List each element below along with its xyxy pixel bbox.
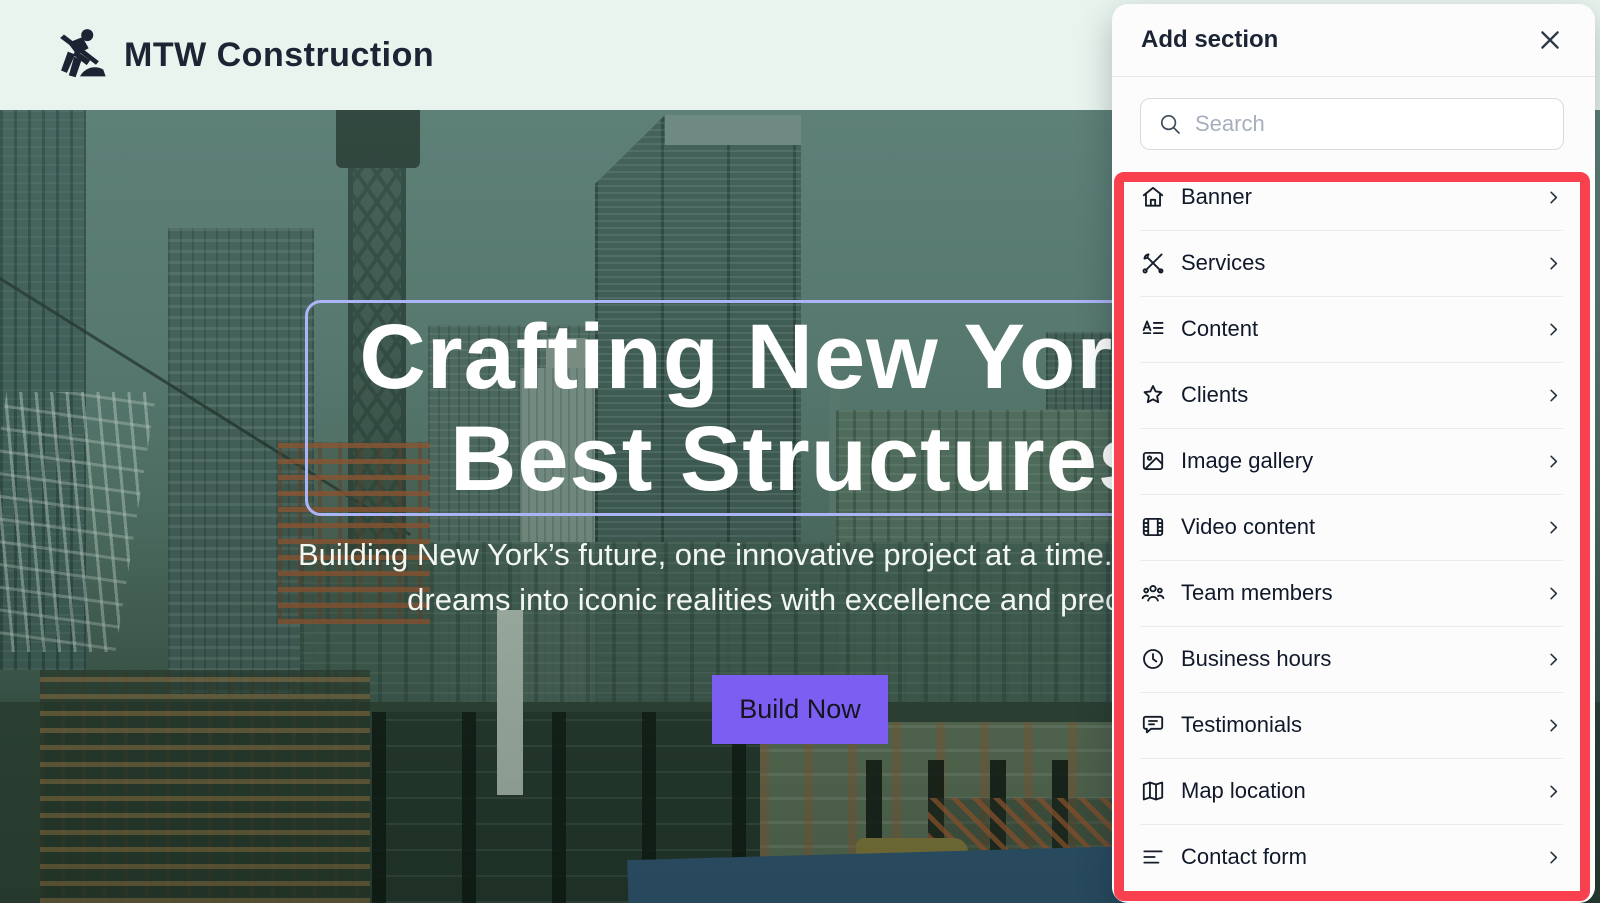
search-icon: [1158, 112, 1182, 136]
chevron-right-icon: [1544, 716, 1563, 735]
chevron-right-icon: [1544, 188, 1563, 207]
section-item-video-content[interactable]: Video content: [1112, 494, 1595, 560]
brand-name: MTW Construction: [124, 36, 434, 75]
section-list: Banner Services Content Clients Image ga…: [1112, 164, 1595, 890]
home-icon: [1140, 184, 1166, 210]
section-item-team-members[interactable]: Team members: [1112, 560, 1595, 626]
chevron-right-icon: [1544, 386, 1563, 405]
star-icon: [1140, 382, 1166, 408]
section-item-label: Video content: [1181, 514, 1544, 540]
testimonial-bubble-icon: [1140, 712, 1166, 738]
image-icon: [1140, 448, 1166, 474]
section-item-label: Contact form: [1181, 844, 1544, 870]
section-item-label: Testimonials: [1181, 712, 1544, 738]
section-item-label: Banner: [1181, 184, 1544, 210]
section-item-contact-form[interactable]: Contact form: [1112, 824, 1595, 890]
chevron-right-icon: [1544, 452, 1563, 471]
section-item-image-gallery[interactable]: Image gallery: [1112, 428, 1595, 494]
search-box[interactable]: [1140, 98, 1564, 150]
section-item-label: Map location: [1181, 778, 1544, 804]
close-icon: [1537, 41, 1563, 56]
build-now-button[interactable]: Build Now: [712, 675, 888, 744]
team-icon: [1140, 580, 1166, 606]
chevron-right-icon: [1544, 320, 1563, 339]
chevron-right-icon: [1544, 254, 1563, 273]
section-item-business-hours[interactable]: Business hours: [1112, 626, 1595, 692]
section-item-label: Services: [1181, 250, 1544, 276]
chevron-right-icon: [1544, 584, 1563, 603]
clock-icon: [1140, 646, 1166, 672]
section-item-content[interactable]: Content: [1112, 296, 1595, 362]
section-item-testimonials[interactable]: Testimonials: [1112, 692, 1595, 758]
page: MTW Construction Crafting New York’s Bes…: [0, 0, 1600, 903]
chevron-right-icon: [1544, 782, 1563, 801]
section-item-clients[interactable]: Clients: [1112, 362, 1595, 428]
panel-header: Add section: [1112, 4, 1595, 77]
tools-icon: [1140, 250, 1166, 276]
panel-title: Add section: [1141, 26, 1278, 54]
section-item-label: Clients: [1181, 382, 1544, 408]
chevron-right-icon: [1544, 848, 1563, 867]
search-input[interactable]: [1195, 111, 1549, 137]
chevron-right-icon: [1544, 518, 1563, 537]
section-item-map-location[interactable]: Map location: [1112, 758, 1595, 824]
section-item-label: Content: [1181, 316, 1544, 342]
form-lines-icon: [1140, 844, 1166, 870]
map-icon: [1140, 778, 1166, 804]
section-item-label: Business hours: [1181, 646, 1544, 672]
section-item-label: Team members: [1181, 580, 1544, 606]
film-icon: [1140, 514, 1166, 540]
close-button[interactable]: [1535, 25, 1565, 55]
section-item-banner[interactable]: Banner: [1112, 164, 1595, 230]
chevron-right-icon: [1544, 650, 1563, 669]
construction-worker-icon: [48, 24, 110, 86]
add-section-panel: Add section Banner Services Content Clie…: [1112, 4, 1595, 903]
search-area: [1112, 77, 1595, 164]
section-item-services[interactable]: Services: [1112, 230, 1595, 296]
letter-text-icon: [1140, 316, 1166, 342]
section-item-label: Image gallery: [1181, 448, 1544, 474]
